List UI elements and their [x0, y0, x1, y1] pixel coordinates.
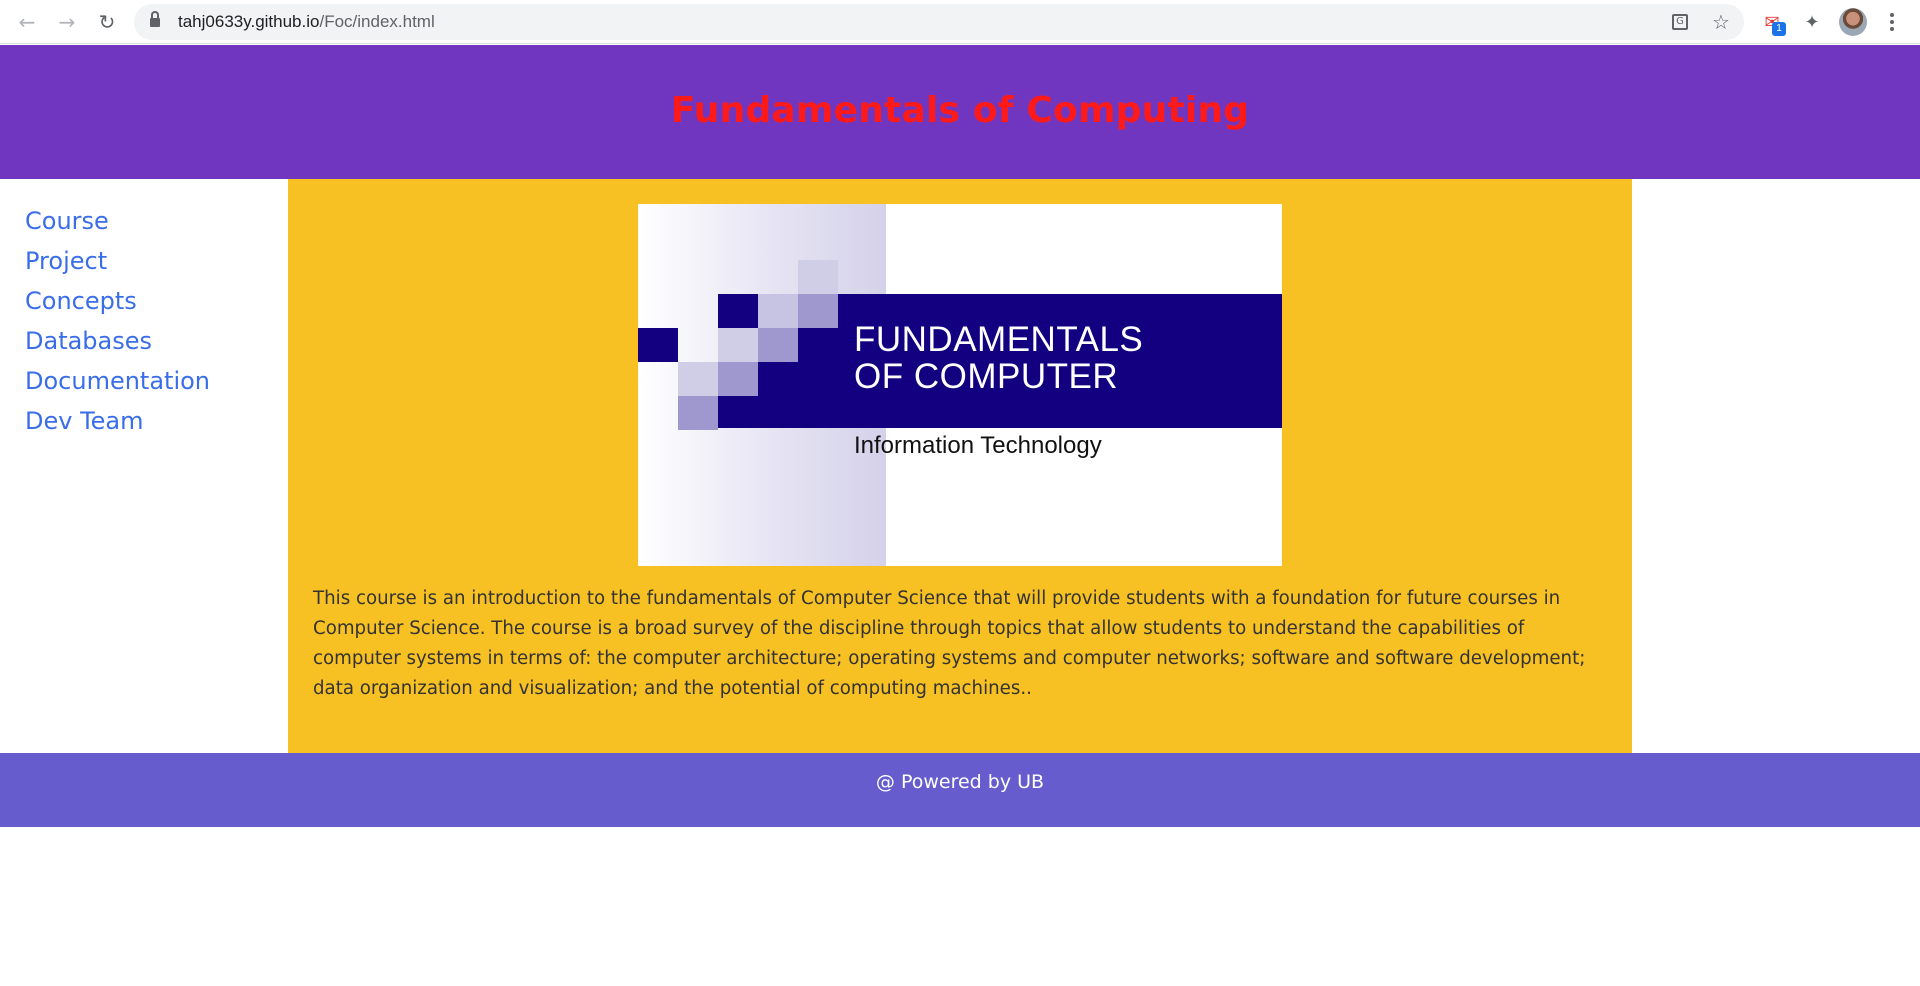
banner-square	[758, 328, 798, 362]
banner-square	[638, 328, 678, 362]
sidebar-item-databases[interactable]: Databases	[25, 321, 288, 361]
browser-toolbar: ← → ↻ tahj0633y.github.io/Foc/index.html…	[0, 0, 1920, 44]
banner-square	[718, 328, 758, 362]
extension-badge: 1	[1772, 22, 1786, 36]
banner-square	[758, 294, 798, 328]
sidebar-item-concepts[interactable]: Concepts	[25, 281, 288, 321]
sidebar-item-documentation[interactable]: Documentation	[25, 361, 288, 401]
banner-square	[718, 362, 758, 396]
url-host: tahj0633y.github.io	[178, 12, 320, 31]
banner-square	[798, 294, 838, 328]
sidebar-nav: Course Project Concepts Databases Docume…	[0, 179, 288, 753]
reload-icon[interactable]: ↻	[93, 8, 121, 36]
banner-square	[678, 362, 718, 396]
url-text[interactable]: tahj0633y.github.io/Foc/index.html	[178, 12, 435, 32]
course-banner-image: FUNDAMENTALS OF COMPUTER Information Tec…	[638, 204, 1282, 566]
sidebar-item-project[interactable]: Project	[25, 241, 288, 281]
sidebar-item-course[interactable]: Course	[25, 201, 288, 241]
lock-icon[interactable]	[150, 11, 160, 28]
main-content: FUNDAMENTALS OF COMPUTER Information Tec…	[288, 179, 1632, 753]
avatar[interactable]	[1839, 8, 1867, 36]
page-title: Fundamentals of Computing	[670, 89, 1250, 131]
translate-icon[interactable]: G	[1670, 12, 1690, 32]
back-icon[interactable]: ←	[13, 8, 41, 36]
url-path: /Foc/index.html	[319, 12, 435, 31]
site-footer: @ Powered by UB	[0, 753, 1920, 827]
footer-text: @ Powered by UB	[875, 771, 1045, 793]
web-page: Fundamentals of Computing Course Project…	[0, 45, 1920, 986]
address-bar[interactable]: tahj0633y.github.io/Foc/index.html G ☆	[134, 4, 1744, 40]
banner-square	[678, 396, 718, 430]
puzzle-icon[interactable]: ✦	[1800, 10, 1824, 34]
course-description: This course is an introduction to the fu…	[313, 588, 1586, 699]
menu-icon[interactable]	[1880, 10, 1904, 34]
banner-subtitle: Information Technology	[854, 432, 1102, 459]
sidebar-item-dev-team[interactable]: Dev Team	[25, 401, 288, 441]
banner-title: FUNDAMENTALS OF COMPUTER	[854, 320, 1144, 396]
star-icon[interactable]: ☆	[1711, 10, 1731, 34]
right-margin	[1632, 179, 1920, 753]
forward-icon[interactable]: →	[53, 8, 81, 36]
banner-square	[798, 260, 838, 294]
site-header: Fundamentals of Computing	[0, 45, 1920, 179]
